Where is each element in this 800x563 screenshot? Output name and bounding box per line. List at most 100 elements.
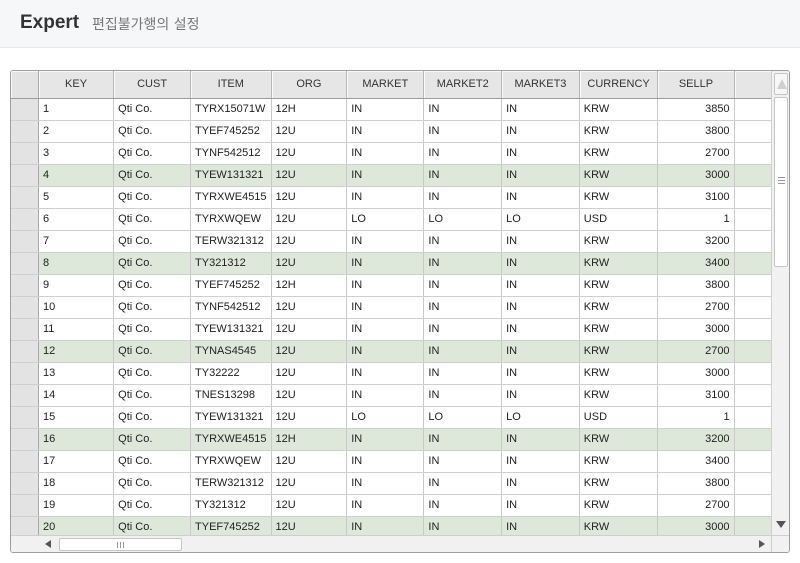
cell-sellp[interactable]: 2700 bbox=[657, 142, 735, 165]
triangle-up-icon[interactable] bbox=[774, 73, 788, 95]
cell-next[interactable] bbox=[734, 362, 772, 385]
vertical-scroll-thumb[interactable] bbox=[774, 97, 788, 267]
table-row[interactable]: 14 Qti Co. TNES13298 12U IN IN IN KRW 3100 bbox=[11, 384, 772, 407]
cell-key[interactable]: 5 bbox=[38, 186, 115, 209]
cell-cust[interactable]: Qti Co. bbox=[113, 340, 192, 363]
cell-next[interactable] bbox=[734, 208, 772, 231]
row-header[interactable] bbox=[11, 230, 39, 253]
cell-key[interactable]: 6 bbox=[38, 208, 115, 231]
cell-market[interactable]: IN bbox=[346, 296, 425, 319]
cell-key[interactable]: 12 bbox=[38, 340, 115, 363]
cell-next[interactable] bbox=[734, 516, 772, 535]
cell-org[interactable]: 12U bbox=[271, 230, 348, 253]
cell-sellp[interactable]: 2700 bbox=[657, 340, 735, 363]
cell-key[interactable]: 8 bbox=[38, 252, 115, 275]
cell-currency[interactable]: KRW bbox=[579, 494, 659, 517]
cell-sellp[interactable]: 3200 bbox=[657, 230, 735, 253]
cell-market[interactable]: IN bbox=[346, 186, 425, 209]
cell-key[interactable]: 17 bbox=[38, 450, 115, 473]
cell-next[interactable] bbox=[734, 472, 772, 495]
cell-market3[interactable]: IN bbox=[501, 186, 580, 209]
cell-item[interactable]: TYNAS4545 bbox=[190, 340, 272, 363]
cell-market[interactable]: IN bbox=[346, 384, 425, 407]
cell-market2[interactable]: IN bbox=[423, 230, 503, 253]
cell-org[interactable]: 12U bbox=[271, 296, 348, 319]
row-header[interactable] bbox=[11, 186, 39, 209]
cell-market2[interactable]: IN bbox=[423, 318, 503, 341]
column-header-currency[interactable]: CURRENCY bbox=[579, 71, 659, 99]
table-row[interactable]: 9 Qti Co. TYEF745252 12H IN IN IN KRW 3800 bbox=[11, 274, 772, 297]
cell-currency[interactable]: KRW bbox=[579, 450, 659, 473]
cell-currency[interactable]: KRW bbox=[579, 362, 659, 385]
cell-market[interactable]: IN bbox=[346, 516, 425, 535]
cell-next[interactable] bbox=[734, 296, 772, 319]
cell-cust[interactable]: Qti Co. bbox=[113, 362, 192, 385]
cell-market2[interactable]: IN bbox=[423, 428, 503, 451]
cell-market3[interactable]: IN bbox=[501, 494, 580, 517]
row-header[interactable] bbox=[11, 208, 39, 231]
cell-sellp[interactable]: 3850 bbox=[657, 98, 735, 121]
cell-next[interactable] bbox=[734, 230, 772, 253]
row-header[interactable] bbox=[11, 120, 39, 143]
table-row[interactable]: 13 Qti Co. TY32222 12U IN IN IN KRW 3000 bbox=[11, 362, 772, 385]
cell-market[interactable]: IN bbox=[346, 252, 425, 275]
cell-org[interactable]: 12H bbox=[271, 428, 348, 451]
cell-item[interactable]: TYEF745252 bbox=[190, 516, 272, 535]
cell-currency[interactable]: KRW bbox=[579, 164, 659, 187]
cell-next[interactable] bbox=[734, 428, 772, 451]
cell-key[interactable]: 11 bbox=[38, 318, 115, 341]
cell-item[interactable]: TYRXWE4515 bbox=[190, 186, 272, 209]
table-row[interactable]: 8 Qti Co. TY321312 12U IN IN IN KRW 3400 bbox=[11, 252, 772, 275]
cell-sellp[interactable]: 3000 bbox=[657, 164, 735, 187]
cell-cust[interactable]: Qti Co. bbox=[113, 406, 192, 429]
cell-market2[interactable]: IN bbox=[423, 340, 503, 363]
cell-market3[interactable]: IN bbox=[501, 120, 580, 143]
row-header[interactable] bbox=[11, 252, 39, 275]
cell-next[interactable] bbox=[734, 384, 772, 407]
cell-next[interactable] bbox=[734, 450, 772, 473]
triangle-left-icon[interactable] bbox=[45, 540, 51, 548]
table-row[interactable]: 7 Qti Co. TERW321312 12U IN IN IN KRW 3200 bbox=[11, 230, 772, 253]
row-header[interactable] bbox=[11, 340, 39, 363]
row-header[interactable] bbox=[11, 406, 39, 429]
cell-market3[interactable]: IN bbox=[501, 296, 580, 319]
cell-key[interactable]: 16 bbox=[38, 428, 115, 451]
cell-market2[interactable]: IN bbox=[423, 274, 503, 297]
cell-key[interactable]: 1 bbox=[38, 98, 115, 121]
cell-market2[interactable]: IN bbox=[423, 450, 503, 473]
cell-key[interactable]: 19 bbox=[38, 494, 115, 517]
horizontal-scroll-thumb[interactable] bbox=[59, 538, 182, 551]
vertical-scrollbar[interactable] bbox=[771, 71, 789, 535]
table-row[interactable]: 2 Qti Co. TYEF745252 12U IN IN IN KRW 3800 bbox=[11, 120, 772, 143]
cell-market2[interactable]: IN bbox=[423, 186, 503, 209]
row-header[interactable] bbox=[11, 142, 39, 165]
cell-market2[interactable]: IN bbox=[423, 142, 503, 165]
cell-org[interactable]: 12H bbox=[271, 274, 348, 297]
cell-market3[interactable]: IN bbox=[501, 340, 580, 363]
cell-sellp[interactable]: 3800 bbox=[657, 472, 735, 495]
column-header-next[interactable] bbox=[734, 71, 772, 99]
cell-next[interactable] bbox=[734, 186, 772, 209]
cell-key[interactable]: 18 bbox=[38, 472, 115, 495]
cell-market2[interactable]: IN bbox=[423, 164, 503, 187]
cell-market3[interactable]: IN bbox=[501, 384, 580, 407]
column-header-market3[interactable]: MARKET3 bbox=[501, 71, 580, 99]
cell-next[interactable] bbox=[734, 98, 772, 121]
cell-next[interactable] bbox=[734, 120, 772, 143]
cell-next[interactable] bbox=[734, 406, 772, 429]
cell-item[interactable]: TNES13298 bbox=[190, 384, 272, 407]
cell-next[interactable] bbox=[734, 318, 772, 341]
cell-sellp[interactable]: 3200 bbox=[657, 428, 735, 451]
cell-next[interactable] bbox=[734, 340, 772, 363]
cell-cust[interactable]: Qti Co. bbox=[113, 472, 192, 495]
cell-cust[interactable]: Qti Co. bbox=[113, 252, 192, 275]
cell-key[interactable]: 7 bbox=[38, 230, 115, 253]
cell-market3[interactable]: IN bbox=[501, 428, 580, 451]
cell-sellp[interactable]: 3800 bbox=[657, 120, 735, 143]
cell-item[interactable]: TY321312 bbox=[190, 252, 272, 275]
cell-cust[interactable]: Qti Co. bbox=[113, 450, 192, 473]
horizontal-scrollbar[interactable] bbox=[11, 535, 772, 552]
cell-cust[interactable]: Qti Co. bbox=[113, 274, 192, 297]
cell-market3[interactable]: IN bbox=[501, 362, 580, 385]
cell-sellp[interactable]: 1 bbox=[657, 208, 735, 231]
